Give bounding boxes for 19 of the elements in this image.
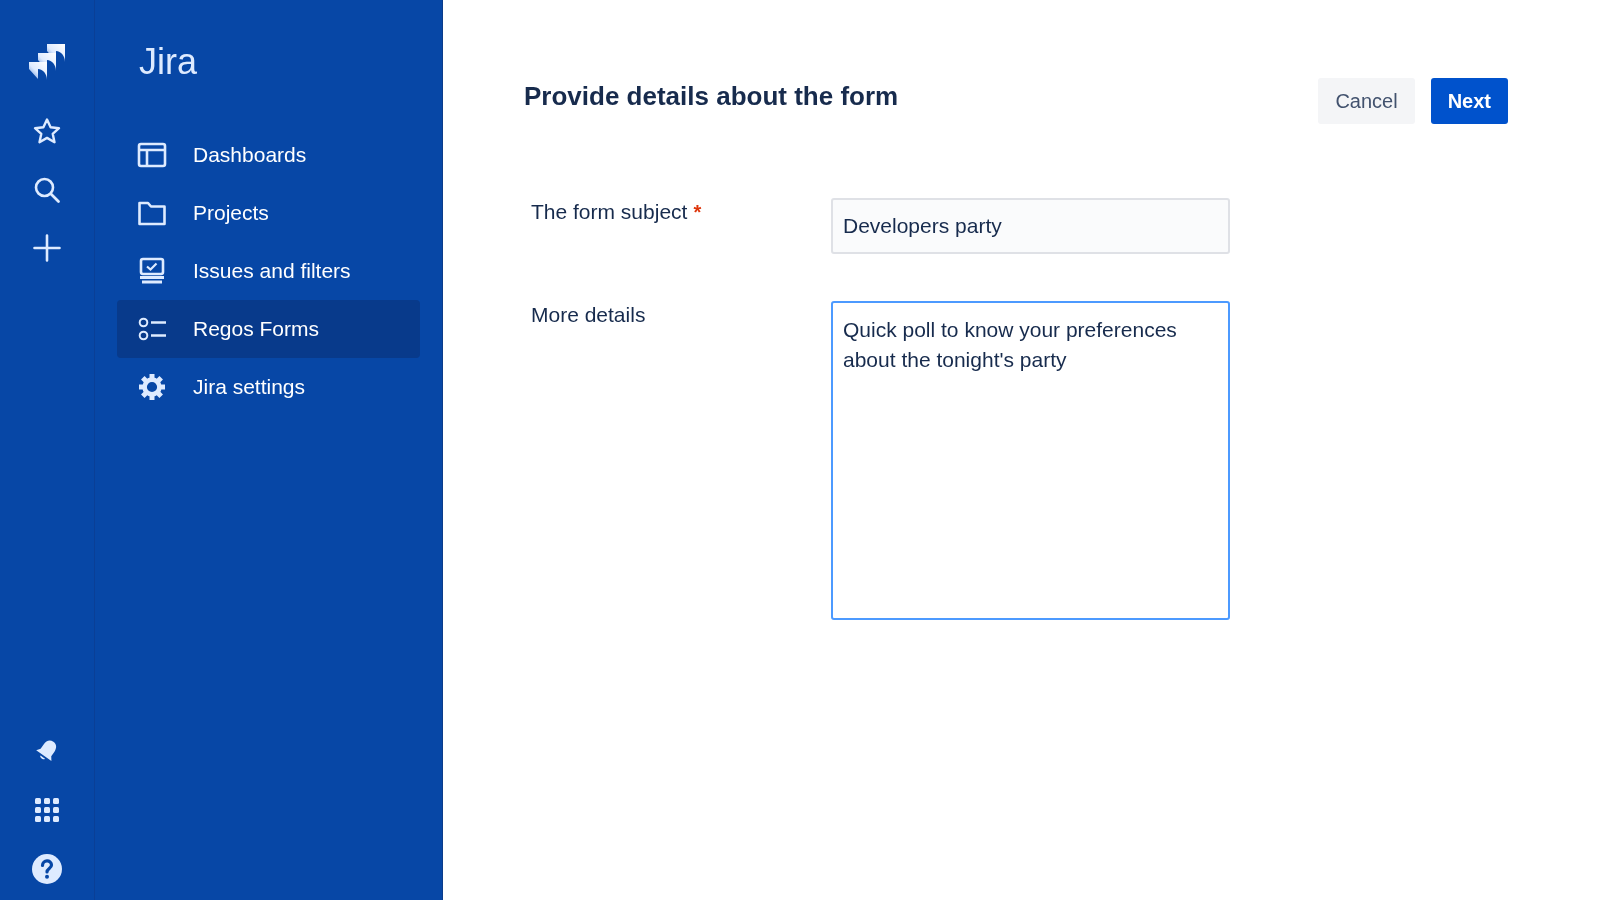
field-label: More details bbox=[531, 303, 646, 327]
subject-field[interactable]: Developers party bbox=[831, 198, 1230, 254]
sidebar-title: Jira bbox=[139, 40, 197, 84]
folder-icon bbox=[137, 199, 167, 227]
sidebar-item[interactable]: Regos Forms bbox=[117, 300, 420, 358]
sidebar-item[interactable]: Dashboards bbox=[117, 126, 420, 184]
list-icon bbox=[137, 315, 167, 343]
details-field[interactable]: Quick poll to know your preferences about the tonight's party bbox=[831, 301, 1230, 620]
required-mark: * bbox=[693, 200, 702, 224]
cancel-button[interactable]: Cancel bbox=[1318, 78, 1415, 124]
page-title: Provide details about the form bbox=[524, 80, 899, 113]
sidebar-item[interactable]: Issues and filters bbox=[117, 242, 420, 300]
sidebar-item[interactable]: Jira settings bbox=[117, 358, 420, 416]
sidebar-item[interactable]: Projects bbox=[117, 184, 420, 242]
field-label: The form subject bbox=[531, 200, 688, 224]
next-button[interactable]: Next bbox=[1430, 78, 1508, 124]
monitor-check-icon bbox=[137, 257, 167, 285]
dashboard-icon bbox=[137, 141, 167, 169]
gear-icon bbox=[137, 373, 167, 401]
